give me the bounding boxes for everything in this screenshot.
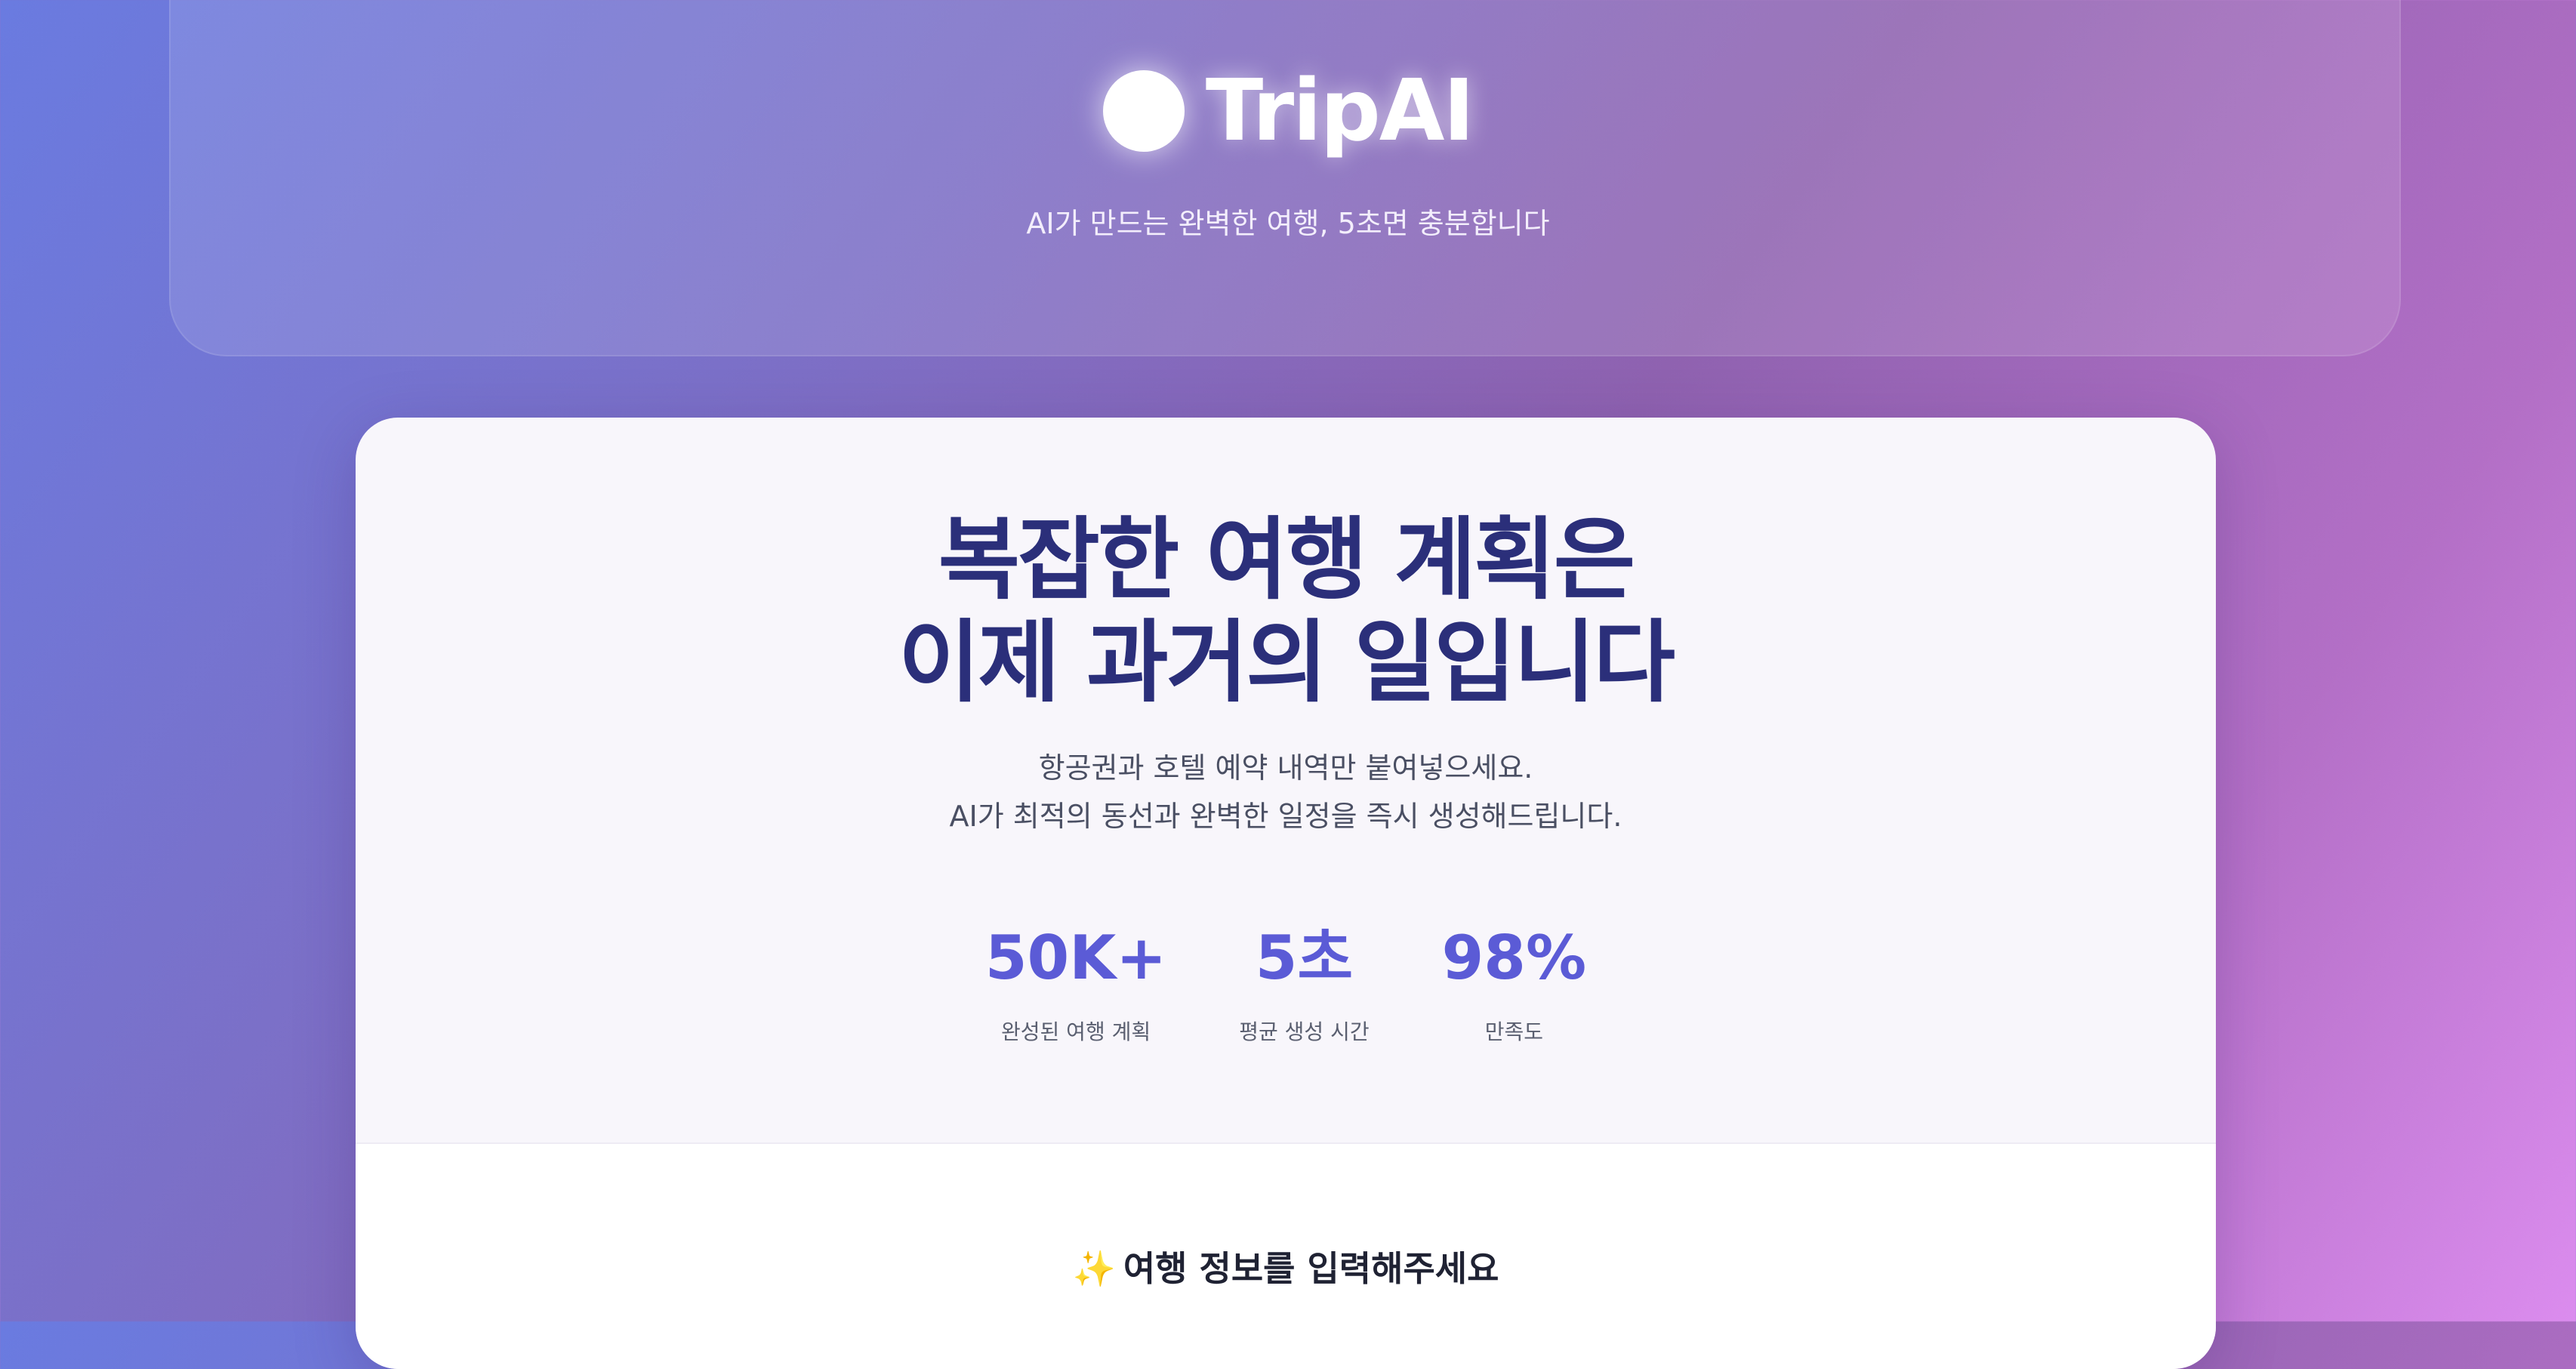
main-card: 복잡한 여행 계획은 이제 과거의 일입니다 항공권과 호텔 예약 내역만 붙여…	[356, 418, 2216, 1369]
hero-subtitle: 항공권과 호텔 예약 내역만 붙여넣으세요. AI가 최적의 동선과 완벽한 일…	[356, 744, 2216, 840]
stat-satisfaction: 98% 만족도	[1442, 920, 1586, 1047]
logo-icon	[1102, 70, 1185, 152]
form-title: ✨ 여행 정보를 입력해주세요	[356, 1242, 2216, 1295]
stat-time: 5초 평균 생성 시간	[1239, 920, 1369, 1047]
brand[interactable]: TripAI	[0, 62, 2576, 160]
stat-label: 평균 생성 시간	[1239, 1019, 1370, 1044]
hero-subtitle-line-1: 항공권과 호텔 예약 내역만 붙여넣으세요.	[1038, 751, 1533, 785]
hero-subtitle-line-2: AI가 최적의 동선과 완벽한 일정을 즉시 생성해드립니다.	[949, 800, 1622, 833]
brand-name: TripAI	[1205, 62, 1474, 160]
form-title-text: 여행 정보를 입력해주세요	[1123, 1248, 1499, 1289]
hero-title: 복잡한 여행 계획은 이제 과거의 일입니다	[356, 508, 2216, 714]
stat-value: 5초	[1255, 923, 1354, 993]
hero-title-line-1: 복잡한 여행 계획은	[938, 507, 1636, 612]
stat-value: 98%	[1441, 923, 1587, 993]
header-panel	[169, 0, 2401, 356]
sparkles-icon: ✨	[1072, 1248, 1116, 1289]
stat-plans: 50K+ 완성된 여행 계획	[985, 920, 1166, 1047]
tagline: AI가 만드는 완벽한 여행, 5초면 충분합니다	[1026, 207, 1550, 240]
hero-title-line-2: 이제 과거의 일입니다	[898, 610, 1675, 714]
stat-value: 50K+	[984, 923, 1167, 993]
stat-label: 만족도	[1484, 1019, 1543, 1044]
stat-label: 완성된 여행 계획	[1001, 1019, 1151, 1044]
stats-row: 50K+ 완성된 여행 계획 5초 평균 생성 시간 98% 만족도	[356, 920, 2216, 1047]
trip-form-section: ✨ 여행 정보를 입력해주세요	[356, 1142, 2216, 1369]
